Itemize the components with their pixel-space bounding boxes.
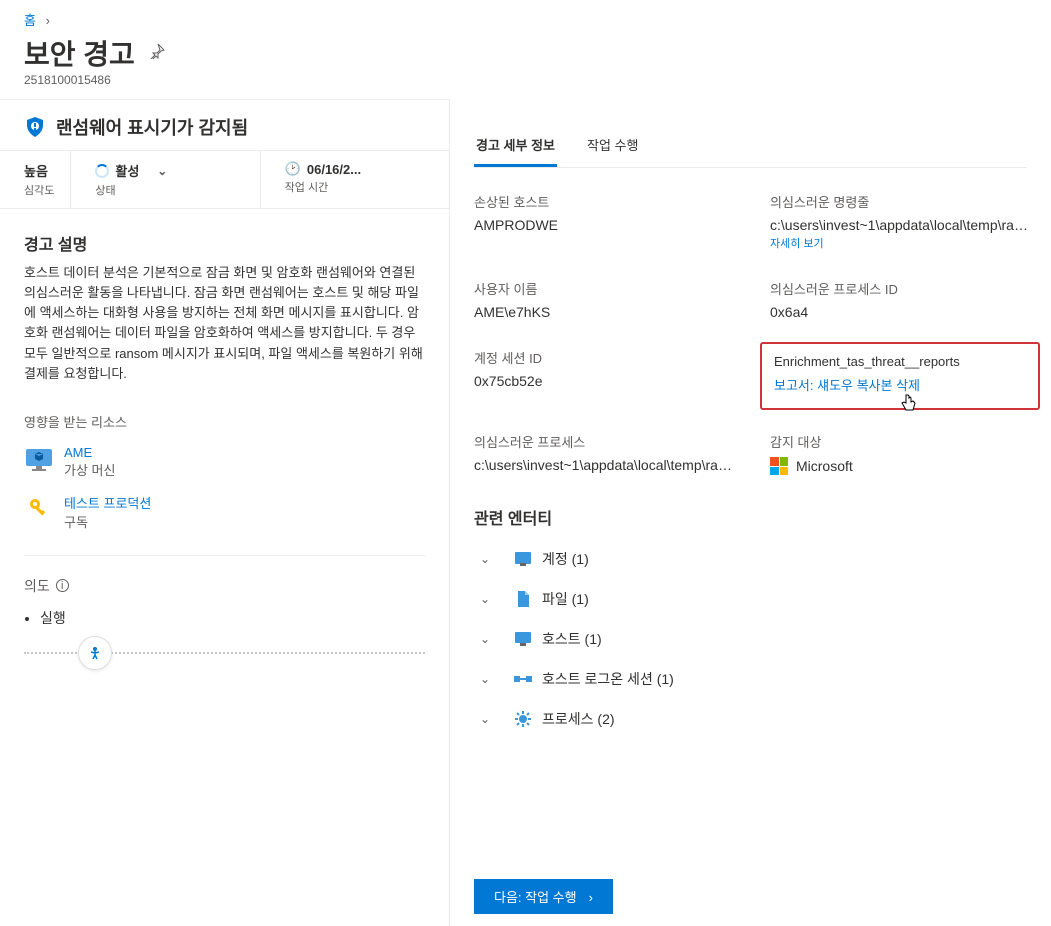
detail-session: 계정 세션 ID 0x75cb52e — [474, 348, 734, 404]
host-label: 손상된 호스트 — [474, 192, 734, 211]
enrichment-highlight: Enrichment_tas_threat__reports 보고서: 섀도우 … — [760, 342, 1040, 410]
info-icon[interactable]: i — [56, 579, 69, 592]
entity-process[interactable]: ⌄ 프로세스 (2) — [474, 699, 1027, 739]
resource-link-vm[interactable]: AME — [64, 445, 92, 460]
detail-host: 손상된 호스트 AMPRODWE — [474, 192, 734, 251]
detail-grid: 손상된 호스트 AMPRODWE 의심스러운 명령줄 c:\users\inve… — [474, 168, 1027, 475]
detail-cmdline: 의심스러운 명령줄 c:\users\invest~1\appdata\loca… — [770, 192, 1030, 251]
entity-session[interactable]: ⌄ 호스트 로그온 세션 (1) — [474, 659, 1027, 699]
right-pane: 경고 세부 정보 작업 수행 손상된 호스트 AMPRODWE 의심스러운 명령… — [450, 99, 1051, 926]
severity-cell: 높음 심각도 — [0, 151, 71, 208]
entity-label: 계정 (1) — [542, 549, 589, 569]
status-value: 활성 — [115, 161, 139, 180]
entities-title: 관련 엔터티 — [474, 475, 1027, 539]
severity-value: 높음 — [24, 161, 54, 180]
process-icon — [514, 710, 532, 728]
process-value: c:\users\invest~1\appdata\local\temp\ran… — [474, 457, 734, 473]
microsoft-logo-icon — [770, 457, 788, 475]
chevron-down-icon[interactable]: ⌄ — [480, 552, 490, 566]
session-value: 0x75cb52e — [474, 373, 734, 389]
next-action-button[interactable]: 다음: 작업 수행› — [474, 879, 613, 914]
tab-details[interactable]: 경고 세부 정보 — [474, 127, 557, 167]
page-title: 보안 경고 — [24, 33, 135, 73]
step-marker-icon[interactable] — [78, 636, 112, 670]
chevron-down-icon[interactable]: ⌄ — [480, 592, 490, 606]
user-label: 사용자 이름 — [474, 279, 734, 298]
resource-row-sub[interactable]: 테스트 프로덕션 구독 — [0, 489, 449, 541]
affected-resources-label: 영향을 받는 리소스 — [0, 384, 449, 441]
shield-icon — [24, 116, 46, 138]
enrichment-label: Enrichment_tas_threat__reports — [774, 354, 1026, 369]
status-cell[interactable]: 활성 ⌄ 상태 — [71, 151, 260, 208]
tabs: 경고 세부 정보 작업 수행 — [474, 99, 1027, 168]
detail-enrichment: Enrichment_tas_threat__reports 보고서: 섀도우 … — [770, 348, 1030, 404]
resource-type-vm: 가상 머신 — [64, 460, 115, 479]
chevron-right-icon: › — [46, 13, 50, 28]
detail-pid: 의심스러운 프로세스 ID 0x6a4 — [770, 279, 1030, 320]
process-label: 의심스러운 프로세스 — [474, 432, 734, 451]
resource-link-sub[interactable]: 테스트 프로덕션 — [64, 496, 151, 511]
detected-by-label: 감지 대상 — [770, 432, 1030, 451]
pid-value: 0x6a4 — [770, 304, 1030, 320]
file-icon — [514, 590, 532, 608]
chevron-right-icon: › — [589, 890, 593, 905]
time-value: 06/16/2... — [307, 162, 361, 177]
cmdline-value: c:\users\invest~1\appdata\local\temp\ran… — [770, 217, 1030, 233]
detail-user: 사용자 이름 AME\e7hKS — [474, 279, 734, 320]
chevron-down-icon[interactable]: ⌄ — [157, 164, 167, 178]
resource-type-sub: 구독 — [64, 512, 151, 531]
chevron-down-icon[interactable]: ⌄ — [480, 672, 490, 686]
description-title: 경고 설명 — [0, 209, 449, 263]
cmdline-more-link[interactable]: 자세히 보기 — [770, 235, 824, 251]
entity-label: 프로세스 (2) — [542, 709, 615, 729]
alert-header: 랜섬웨어 표시기가 감지됨 — [0, 99, 449, 150]
kill-chain-steps — [0, 628, 449, 654]
detected-by-value: Microsoft — [796, 458, 853, 474]
entity-account[interactable]: ⌄ 계정 (1) — [474, 539, 1027, 579]
spinner-icon — [95, 164, 109, 178]
entity-label: 호스트 로그온 세션 (1) — [542, 669, 674, 689]
detail-process: 의심스러운 프로세스 c:\users\invest~1\appdata\loc… — [474, 432, 734, 475]
enrichment-report-link[interactable]: 보고서: 섀도우 복사본 삭제 — [774, 378, 920, 393]
host-value: AMPRODWE — [474, 217, 734, 233]
entity-file[interactable]: ⌄ 파일 (1) — [474, 579, 1027, 619]
key-icon — [24, 493, 54, 523]
session-icon — [514, 670, 532, 688]
time-label: 작업 시간 — [285, 179, 433, 195]
severity-label: 심각도 — [24, 182, 54, 198]
breadcrumb-home[interactable]: 홈 — [24, 13, 36, 28]
account-icon — [514, 550, 532, 568]
status-row: 높음 심각도 활성 ⌄ 상태 🕑 06/16/2... 작업 시간 — [0, 150, 449, 209]
intent-list: 실행 — [0, 602, 449, 628]
cursor-hand-icon — [900, 393, 918, 418]
user-value: AME\e7hKS — [474, 304, 734, 320]
host-icon — [514, 630, 532, 648]
intent-label: 의도 i — [0, 556, 449, 602]
intent-item: 실행 — [40, 608, 425, 628]
entity-host[interactable]: ⌄ 호스트 (1) — [474, 619, 1027, 659]
resource-row-vm[interactable]: AME 가상 머신 — [0, 441, 449, 489]
clock-icon: 🕑 — [285, 161, 301, 177]
pid-label: 의심스러운 프로세스 ID — [770, 279, 1030, 298]
entity-label: 파일 (1) — [542, 589, 589, 609]
alert-name: 랜섬웨어 표시기가 감지됨 — [56, 114, 248, 140]
chevron-down-icon[interactable]: ⌄ — [480, 632, 490, 646]
vm-icon — [24, 445, 54, 475]
entity-label: 호스트 (1) — [542, 629, 602, 649]
cmdline-label: 의심스러운 명령줄 — [770, 192, 1030, 211]
chevron-down-icon[interactable]: ⌄ — [480, 712, 490, 726]
breadcrumb: 홈 › — [0, 0, 1051, 29]
left-pane: 랜섬웨어 표시기가 감지됨 높음 심각도 활성 ⌄ 상태 🕑 06/16/2..… — [0, 99, 450, 926]
detail-detected-by: 감지 대상 Microsoft — [770, 432, 1030, 475]
alert-id: 2518100015486 — [0, 73, 1051, 99]
status-label: 상태 — [95, 182, 243, 198]
time-cell: 🕑 06/16/2... 작업 시간 — [261, 151, 449, 208]
tab-action[interactable]: 작업 수행 — [585, 127, 640, 167]
pin-icon[interactable] — [149, 43, 165, 64]
session-label: 계정 세션 ID — [474, 348, 734, 367]
description-body: 호스트 데이터 분석은 기본적으로 잠금 화면 및 암호화 랜섬웨어와 연결된 … — [0, 263, 449, 384]
